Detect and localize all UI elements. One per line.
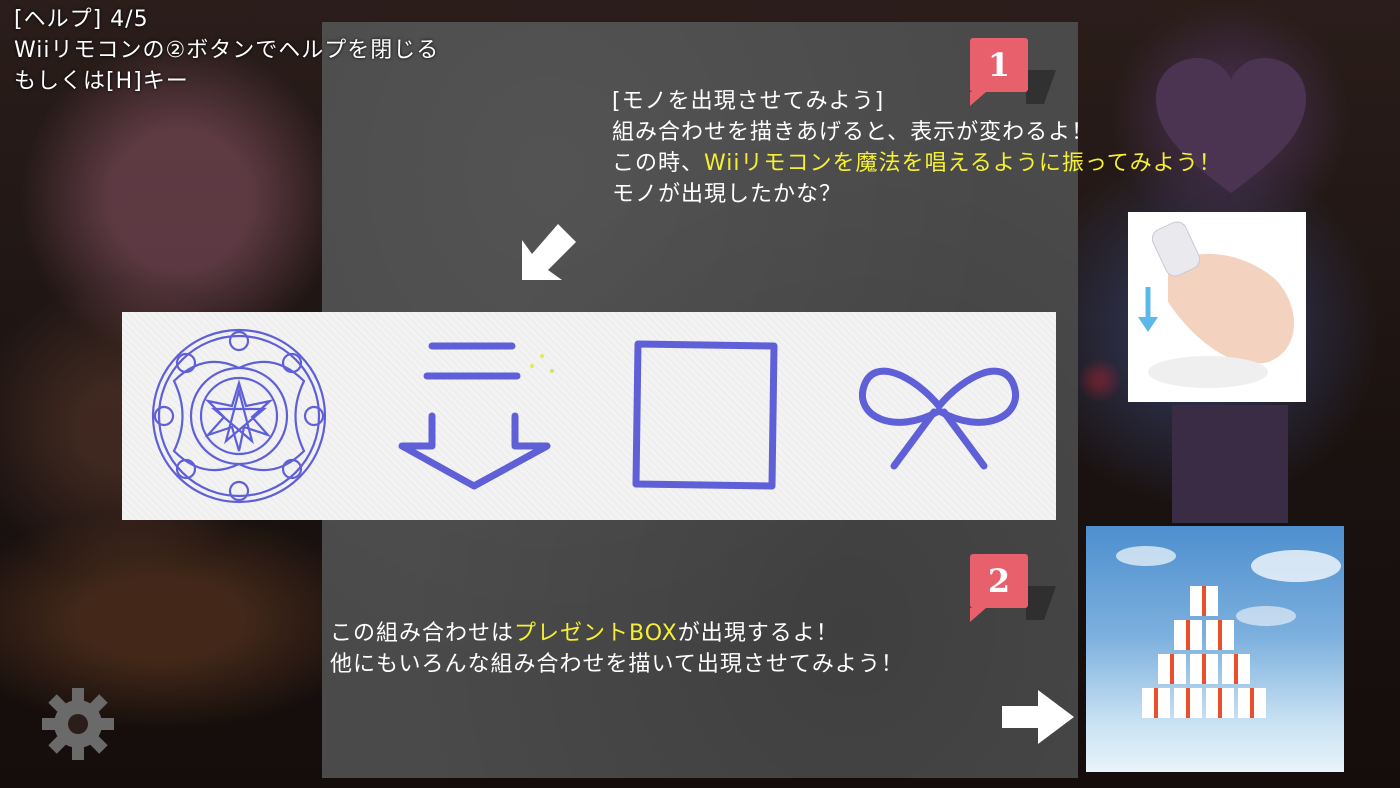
down-arrow-symbol-icon xyxy=(398,342,555,490)
ribbon-bow-icon xyxy=(859,367,1020,470)
magic-circle-icon xyxy=(151,328,326,504)
present-box-stack-icon xyxy=(1116,546,1341,718)
symbol-magic-circle xyxy=(122,312,356,520)
gear-icon[interactable] xyxy=(40,686,116,762)
symbol-ribbon-bow xyxy=(823,312,1057,520)
help-close-hint-key: もしくは[H]キー xyxy=(14,69,189,94)
arrow-down-left-icon xyxy=(522,224,576,280)
step1-highlight: Wiiリモコンを魔法を唱えるように振ってみよう！ xyxy=(704,151,1222,176)
step1-line3: モノが出現したかな？ xyxy=(612,182,843,207)
step1-text: [モノを出現させてみよう] 組み合わせを描きあげると、表示が変わるよ！ この時、… xyxy=(612,86,1222,210)
step1-line1: 組み合わせを描きあげると、表示が変わるよ！ xyxy=(612,120,1095,145)
step1-badge: 1 xyxy=(970,38,1028,106)
help-header: [ヘルプ] 4/5 Wiiリモコンの②ボタンでヘルプを閉じる もしくは[H]キー xyxy=(14,4,439,97)
present-box-image xyxy=(1086,526,1344,772)
symbol-down-arrow xyxy=(356,312,590,520)
background-block xyxy=(1172,405,1288,523)
step2-line1: この組み合わせはプレゼントBOXが出現するよ！ xyxy=(330,621,839,646)
help-close-hint: Wiiリモコンの②ボタンでヘルプを閉じる xyxy=(14,38,440,63)
wii-remote-swing-icon xyxy=(1138,221,1295,388)
wii-remote-swing-image xyxy=(1128,212,1306,402)
symbol-square xyxy=(589,312,823,520)
step2-text: この組み合わせはプレゼントBOXが出現するよ！ 他にもいろんな組み合わせを描いて… xyxy=(330,618,904,680)
step1-title: [モノを出現させてみよう] xyxy=(612,89,885,114)
arrow-right-icon xyxy=(1002,690,1074,744)
step2-line2: 他にもいろんな組み合わせを描いて出現させてみよう！ xyxy=(330,652,904,677)
step2-badge: 2 xyxy=(970,554,1028,622)
step2-highlight: プレゼントBOX xyxy=(514,621,678,646)
step1-line2: この時、Wiiリモコンを魔法を唱えるように振ってみよう！ xyxy=(612,151,1222,176)
square-symbol-icon xyxy=(632,340,778,490)
help-page-label: [ヘルプ] 4/5 xyxy=(14,7,149,32)
symbol-strip xyxy=(122,312,1056,520)
